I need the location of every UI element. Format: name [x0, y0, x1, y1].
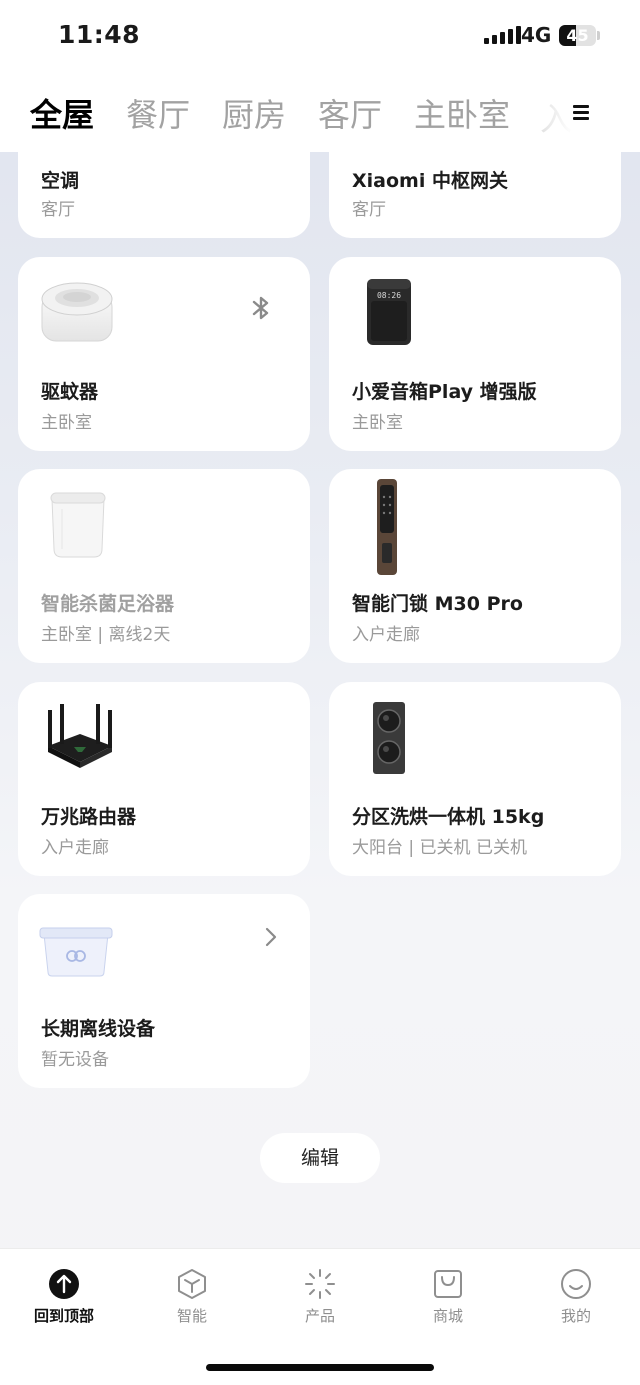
smart-speaker-image: 08:26 — [367, 279, 411, 345]
room-tabs: 全屋 餐厅 厨房 客厅 主卧室 入 — [0, 72, 640, 152]
device-name: 万兆路由器 — [41, 806, 137, 828]
tab-kitchen[interactable]: 厨房 — [222, 90, 286, 136]
tab-master-bedroom[interactable]: 主卧室 — [414, 90, 510, 136]
device-name: 长期离线设备 — [41, 1018, 156, 1040]
router-image — [48, 704, 112, 768]
nav-back-to-top[interactable]: 回到顶部 — [14, 1267, 114, 1326]
nav-products[interactable]: 产品 — [270, 1267, 370, 1326]
device-room: 暂无设备 — [41, 1050, 109, 1070]
sparkle-icon — [305, 1269, 335, 1299]
device-card-mosquito-repeller[interactable]: 驱蚊器 主卧室 — [18, 257, 310, 451]
device-name: 空调 — [41, 170, 80, 192]
device-name: 智能杀菌足浴器 — [41, 593, 175, 615]
status-bar: 11:48 4G 45 — [0, 0, 640, 72]
smile-icon — [561, 1269, 591, 1299]
device-card-router[interactable]: 万兆路由器 入户走廊 — [18, 682, 310, 876]
battery-percent: 45 — [566, 26, 589, 45]
device-card-door-lock[interactable]: 智能门锁 M30 Pro 入户走廊 — [329, 469, 621, 663]
device-card-washer-dryer[interactable]: 分区洗烘一体机 15kg 大阳台 | 已关机 已关机 — [329, 682, 621, 876]
battery-icon: 45 — [559, 25, 596, 46]
nav-label: 智能 — [176, 1307, 207, 1325]
device-card-foot-bath[interactable]: 智能杀菌足浴器 主卧室 | 离线2天 — [18, 469, 310, 663]
nav-label: 我的 — [560, 1307, 591, 1325]
device-room: 主卧室 — [41, 413, 92, 433]
device-room: 入户走廊 — [352, 625, 420, 645]
device-name: 智能门锁 M30 Pro — [352, 593, 523, 615]
device-room: 客厅 — [352, 200, 386, 220]
device-name: 分区洗烘一体机 15kg — [352, 806, 545, 828]
cube-icon — [178, 1269, 206, 1299]
device-name: 驱蚊器 — [41, 381, 99, 403]
tab-all[interactable]: 全屋 — [30, 90, 94, 136]
nav-profile[interactable]: 我的 — [526, 1267, 626, 1326]
nav-store[interactable]: 商城 — [398, 1267, 498, 1326]
nav-smart[interactable]: 智能 — [142, 1267, 242, 1326]
device-room: 主卧室 — [352, 413, 403, 433]
device-card-smart-speaker[interactable]: 08:26 小爱音箱Play 增强版 主卧室 — [329, 257, 621, 451]
tab-living[interactable]: 客厅 — [318, 90, 382, 136]
tab-dining[interactable]: 餐厅 — [126, 90, 190, 136]
home-indicator — [206, 1364, 434, 1371]
washer-dryer-image — [373, 702, 405, 774]
device-card-long-offline[interactable]: 长期离线设备 暂无设备 — [18, 894, 310, 1088]
foot-bath-image — [50, 492, 106, 558]
status-time: 11:48 — [58, 20, 141, 49]
chevron-right-icon — [265, 927, 277, 947]
arrow-up-circle-icon — [49, 1269, 79, 1299]
device-name: 小爱音箱Play 增强版 — [352, 381, 537, 403]
offline-box-image — [39, 927, 113, 977]
tab-fade — [522, 72, 572, 152]
nav-label: 商城 — [432, 1307, 463, 1325]
battery-cap — [597, 31, 600, 40]
shopping-bag-icon — [434, 1270, 462, 1298]
network-type: 4G — [521, 23, 552, 47]
door-lock-image — [377, 479, 397, 575]
nav-label: 产品 — [304, 1307, 335, 1325]
device-card-ac[interactable]: 空调 客厅 — [18, 152, 310, 238]
device-room: 主卧室 | 离线2天 — [41, 625, 171, 645]
mosquito-repeller-image — [41, 282, 113, 342]
signal-icon — [484, 26, 521, 44]
speaker-clock: 08:26 — [377, 291, 401, 300]
device-card-gateway[interactable]: Xiaomi 中枢网关 客厅 — [329, 152, 621, 238]
nav-label: 回到顶部 — [33, 1307, 94, 1325]
menu-icon[interactable] — [566, 100, 596, 126]
device-room: 大阳台 | 已关机 已关机 — [352, 838, 527, 858]
device-room: 入户走廊 — [41, 838, 109, 858]
bluetooth-icon — [252, 296, 269, 320]
device-room: 客厅 — [41, 200, 75, 220]
device-name: Xiaomi 中枢网关 — [352, 170, 508, 192]
edit-button[interactable]: 编辑 — [260, 1133, 380, 1183]
